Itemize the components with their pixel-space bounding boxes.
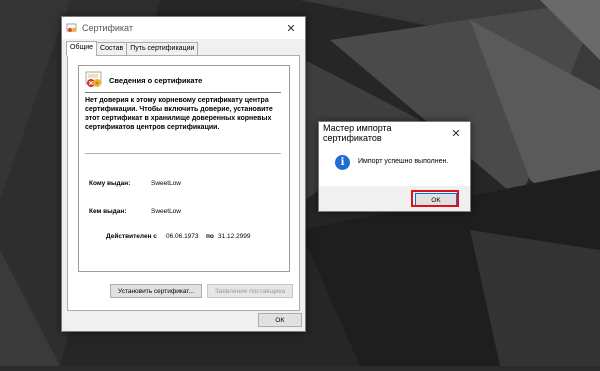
import-titlebar: Мастер импорта сертификатов ✕ [319, 122, 470, 144]
issued-by-label: Кем выдан: [89, 208, 127, 215]
general-tab-panel: Сведения о сертификате Нет доверия к это… [67, 55, 300, 311]
issued-to-label: Кому выдан: [89, 180, 131, 187]
valid-from-value: 06.06.1973 [166, 233, 199, 240]
certificate-info-title: Сведения о сертификате [109, 75, 203, 85]
trust-warning-text: Нет доверия к этому корневому сертификат… [85, 97, 273, 131]
tab-general[interactable]: Общие [66, 41, 98, 56]
certificate-window-title: Сертификат [82, 23, 133, 33]
certificate-titlebar: Сертификат ✕ [62, 17, 305, 39]
valid-to-label: по [206, 233, 214, 240]
certificate-tabs: Общие Состав Путь сертификации [66, 41, 199, 56]
tab-certification-path[interactable]: Путь сертификации [126, 42, 199, 55]
valid-from-label: Действителен с [106, 233, 157, 240]
close-icon[interactable]: ✕ [442, 122, 470, 144]
certificate-info-box: Сведения о сертификате Нет доверия к это… [78, 65, 290, 272]
certificate-warning-icon [85, 71, 103, 89]
issuer-statement-button[interactable]: Заявление поставщика [207, 284, 293, 298]
divider [85, 153, 281, 154]
import-message-area: i Импорт успешно выполнен. [319, 144, 470, 186]
valid-to-value: 31.12.2999 [218, 233, 251, 240]
certificate-info-header: Сведения о сертификате [85, 71, 202, 89]
import-success-message: Импорт успешно выполнен. [358, 158, 449, 165]
certificate-app-icon [66, 22, 78, 34]
issued-to-value: SweetLow [151, 180, 181, 187]
install-certificate-button[interactable]: Установить сертификат... [110, 284, 202, 298]
info-icon: i [335, 155, 350, 170]
divider [85, 92, 281, 93]
certificate-dialog: Сертификат ✕ Общие Состав Путь сертифика… [61, 16, 306, 332]
ok-button-highlight-frame [411, 190, 459, 207]
certificate-ok-button[interactable]: OK [258, 313, 302, 327]
import-window-title: Мастер импорта сертификатов [323, 123, 392, 143]
close-icon[interactable]: ✕ [277, 17, 305, 39]
tab-details[interactable]: Состав [96, 42, 128, 55]
issued-by-value: SweetLow [151, 208, 181, 215]
